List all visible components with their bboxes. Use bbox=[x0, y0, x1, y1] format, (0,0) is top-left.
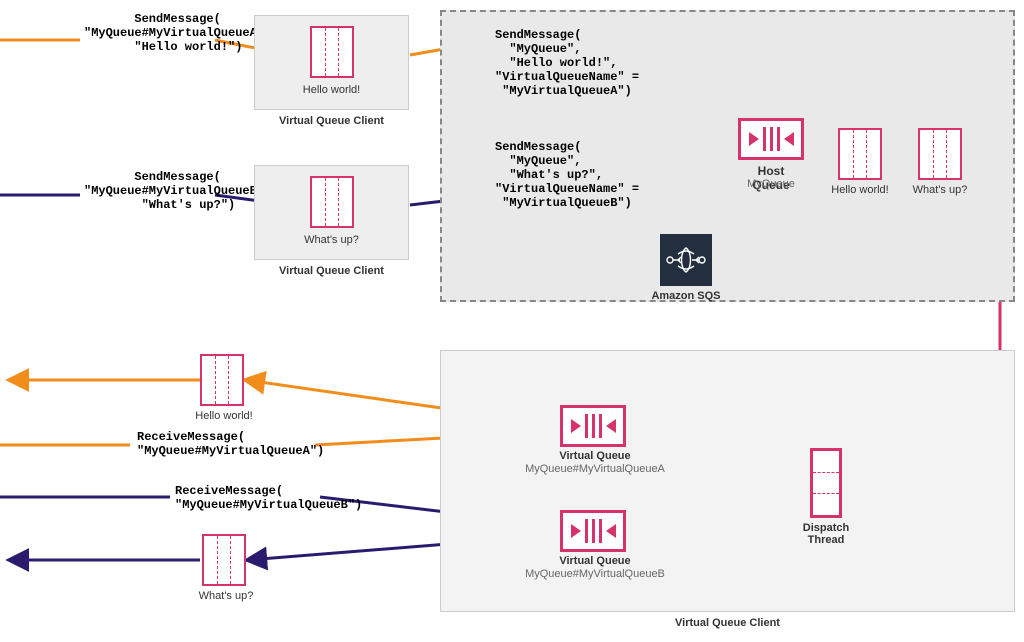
sqs-service-icon bbox=[660, 234, 712, 286]
bottom-msg-b-label: What's up? bbox=[186, 590, 266, 602]
bottom-msg-b bbox=[202, 534, 246, 586]
virtual-queue-client-b-box: What's up? Virtual Queue Client bbox=[254, 165, 409, 260]
recv-b-code: ReceiveMessage( "MyQueue#MyVirtualQueueB… bbox=[175, 484, 362, 512]
client-b-msg: What's up? bbox=[255, 234, 408, 246]
virtual-queue-a-icon bbox=[560, 405, 626, 447]
vq-a-sub: MyQueue#MyVirtualQueueA bbox=[505, 463, 685, 475]
vq-b-sub: MyQueue#MyVirtualQueueB bbox=[505, 568, 685, 580]
client-a-msg: Hello world! bbox=[255, 84, 408, 96]
host-queue-icon bbox=[738, 118, 804, 160]
virtual-queue-b-icon bbox=[560, 510, 626, 552]
queue-msg1 bbox=[838, 128, 882, 180]
msg2-label: What's up? bbox=[900, 184, 980, 196]
host-queue-sub: MyQueue bbox=[738, 178, 804, 190]
queue-icon bbox=[310, 176, 354, 228]
big-vqc-caption: Virtual Queue Client bbox=[441, 617, 1014, 629]
sqs-label: Amazon SQS bbox=[645, 290, 727, 302]
queue-icon bbox=[310, 26, 354, 78]
client-b-caption: Virtual Queue Client bbox=[255, 265, 408, 277]
msg1-label: Hello world! bbox=[820, 184, 900, 196]
bottom-msg-a bbox=[200, 354, 244, 406]
recv-a-code: ReceiveMessage( "MyQueue#MyVirtualQueueA… bbox=[137, 430, 324, 458]
dispatch-label: Dispatch Thread bbox=[790, 522, 862, 546]
queue-msg2 bbox=[918, 128, 962, 180]
vq-a-label: Virtual Queue bbox=[540, 450, 650, 462]
inner-send-a-code: SendMessage( "MyQueue", "Hello world!", … bbox=[495, 28, 639, 98]
inner-send-b-code: SendMessage( "MyQueue", "What's up?", "V… bbox=[495, 140, 639, 210]
send-b-code: SendMessage( "MyQueue#MyVirtualQueueB", … bbox=[84, 170, 271, 212]
send-a-code: SendMessage( "MyQueue#MyVirtualQueueA", … bbox=[84, 12, 271, 54]
vq-b-label: Virtual Queue bbox=[540, 555, 650, 567]
bottom-msg-a-label: Hello world! bbox=[184, 410, 264, 422]
dispatch-thread-icon bbox=[810, 448, 842, 518]
client-a-caption: Virtual Queue Client bbox=[255, 115, 408, 127]
virtual-queue-client-a-box: Hello world! Virtual Queue Client bbox=[254, 15, 409, 110]
